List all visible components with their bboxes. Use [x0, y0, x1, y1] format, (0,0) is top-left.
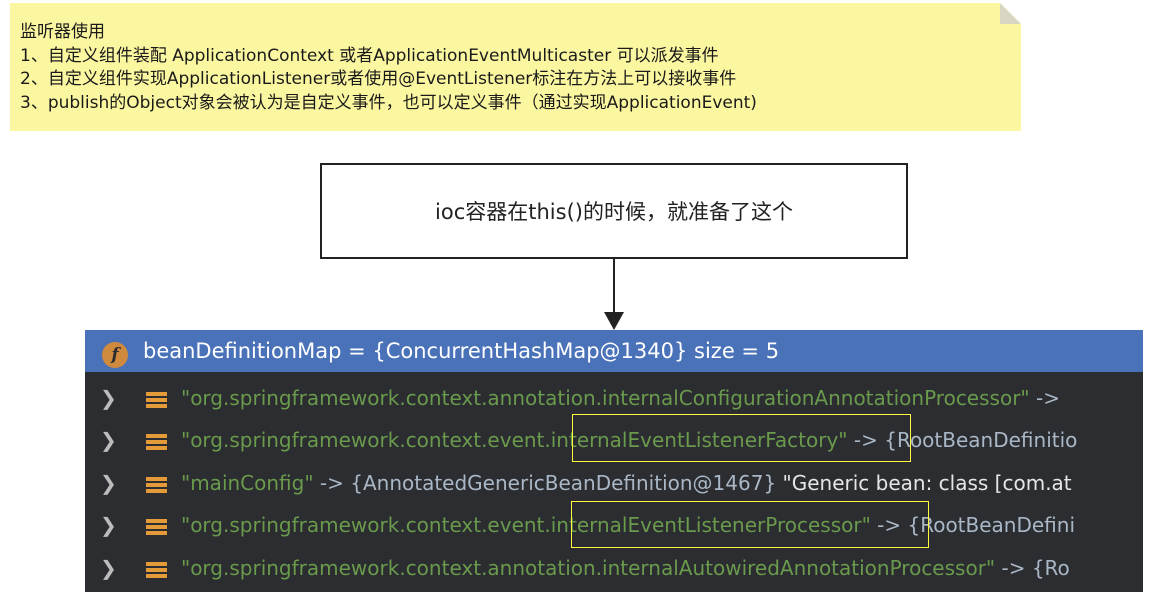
expand-chevron-icon[interactable]: ❯ — [100, 556, 117, 580]
entry-value: {Ro — [1031, 556, 1070, 580]
map-entry-icon — [146, 434, 167, 452]
entry-arrow: -> — [870, 513, 908, 537]
entry-key: "mainConfig" — [181, 471, 314, 495]
entry-key: "org.springframework.context.event.inter… — [181, 513, 871, 537]
expand-chevron-icon[interactable]: ❯ — [100, 386, 117, 410]
entry-arrow: -> — [847, 428, 885, 452]
entry-value: {RootBeanDefinitio — [884, 428, 1078, 452]
note-title: 监听器使用 — [20, 22, 105, 42]
arrow-shaft — [613, 259, 615, 316]
entry-key: "org.springframework.context.event.inter… — [181, 428, 848, 452]
entry-value: {RootBeanDefini — [907, 513, 1076, 537]
debugger-variables-panel: f beanDefinitionMap = {ConcurrentHashMap… — [85, 330, 1143, 592]
entry-arrow: -> — [313, 471, 351, 495]
entry-value: {AnnotatedGenericBeanDefinition@1467} — [350, 471, 777, 495]
map-entry-icon — [146, 562, 167, 580]
variable-row-selected[interactable]: f beanDefinitionMap = {ConcurrentHashMap… — [85, 330, 1143, 372]
annotation-text: ioc容器在this()的时候，就准备了这个 — [435, 200, 793, 224]
expand-chevron-icon[interactable]: ❯ — [100, 513, 117, 537]
sticky-note: 监听器使用 1、自定义组件装配 ApplicationContext 或者App… — [10, 3, 1021, 131]
map-entry-row[interactable]: ❯ "org.springframework.context.annotatio… — [85, 548, 1143, 590]
entry-key: "org.springframework.context.annotation.… — [181, 556, 996, 580]
expand-chevron-icon[interactable]: ❯ — [100, 471, 117, 495]
map-entry-icon — [146, 519, 167, 537]
arrow-down-icon — [604, 312, 624, 330]
annotation-box: ioc容器在this()的时候，就准备了这个 — [320, 163, 908, 259]
note-line-3: 3、publish的Object对象会被认为是自定义事件，也可以定义事件（通过实… — [20, 92, 757, 113]
entry-key: "org.springframework.context.annotation.… — [181, 386, 1030, 410]
note-line-1: 1、自定义组件装配 ApplicationContext 或者Applicati… — [20, 45, 719, 66]
note-line-2: 2、自定义组件实现ApplicationListener或者使用@EventLi… — [20, 69, 737, 89]
entry-arrow: -> — [995, 556, 1032, 580]
map-entry-row[interactable]: ❯ "org.springframework.context.event.int… — [85, 420, 1143, 462]
map-entry-row[interactable]: ❯ "mainConfig" -> {AnnotatedGenericBeanD… — [85, 463, 1143, 505]
map-entry-icon — [146, 477, 167, 495]
map-entry-row[interactable]: ❯ "org.springframework.context.annotatio… — [85, 378, 1143, 420]
expand-chevron-icon[interactable]: ❯ — [100, 428, 117, 452]
entry-description: "Generic bean: class [com.at — [776, 471, 1072, 495]
entry-arrow: -> — [1029, 386, 1060, 410]
map-entry-icon — [146, 392, 167, 410]
field-icon: f — [102, 342, 128, 368]
note-folded-corner — [1000, 3, 1021, 24]
map-entry-row[interactable]: ❯ "org.springframework.context.event.int… — [85, 505, 1143, 547]
variable-label: beanDefinitionMap = {ConcurrentHashMap@1… — [143, 339, 780, 363]
